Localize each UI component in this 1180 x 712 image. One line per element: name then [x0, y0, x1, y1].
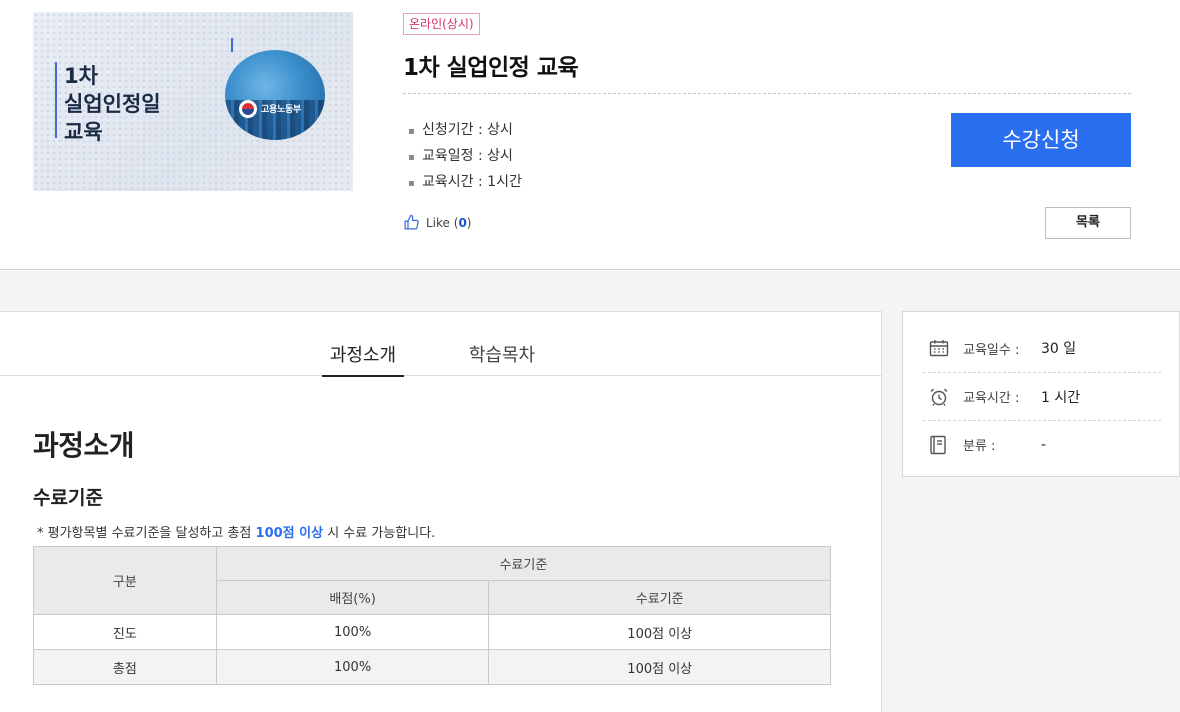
bullet-icon: ▪ [408, 152, 415, 163]
table-cell: 총점 [33, 649, 217, 685]
table-cell: 100% [215, 614, 490, 650]
summary-value: 30 일 [1041, 341, 1077, 357]
like-button[interactable]: Like (0) [403, 214, 471, 231]
table-header-score: 배점(%) [215, 580, 490, 615]
thumbnail-accent-bar [55, 62, 57, 138]
table-row: 진도 100% 100점 이상 [33, 614, 831, 650]
info-item: ▪ 신청기간 : 상시 [408, 118, 522, 144]
table-header-criterion: 수료기준 [488, 580, 831, 615]
course-summary-box: 교육일수 : 30 일 교육시간 : 1 시간 분류 : - [902, 311, 1180, 477]
tab-course-intro[interactable]: 과정소개 [322, 341, 404, 377]
summary-label: 교육일수 : [963, 342, 1020, 358]
completion-note: * 평가항목별 수료기준을 달성하고 총점 100점 이상 시 수료 가능합니다… [37, 526, 436, 541]
summary-row-days: 교육일수 : 30 일 [923, 324, 1161, 372]
course-type-badge: 온라인(상시) [403, 13, 480, 35]
table-cell: 100% [215, 649, 490, 685]
bullet-icon: ▪ [408, 126, 415, 137]
alarm-clock-icon [929, 387, 963, 407]
course-header: 1차 실업인정일 교육 고용노동부 온라인(상시) 1차 실업인정 교육 ▪ 신청… [0, 0, 1180, 270]
bullet-icon: ▪ [408, 178, 415, 189]
apply-button[interactable]: 수강신청 [951, 113, 1131, 167]
completion-criteria-title: 수료기준 [33, 487, 103, 509]
tab-bar: 과정소개 학습목차 [0, 312, 881, 377]
summary-value: - [1041, 436, 1047, 453]
summary-value: 1 시간 [1041, 389, 1081, 406]
table-header-category: 구분 [33, 546, 217, 615]
tab-curriculum[interactable]: 학습목차 [466, 341, 538, 375]
info-item: ▪ 교육시간 : 1시간 [408, 170, 522, 196]
ministry-logo-icon [239, 100, 257, 118]
divider [403, 93, 1131, 94]
summary-label: 교육시간 : [963, 391, 1020, 406]
list-button[interactable]: 목록 [1045, 207, 1131, 239]
thumbnail-globe-image: 고용노동부 [225, 50, 325, 140]
like-count: 0 [458, 215, 467, 230]
info-item: ▪ 교육일정 : 상시 [408, 144, 522, 170]
summary-label: 분류 : [963, 439, 996, 454]
section-title: 과정소개 [33, 429, 135, 462]
course-detail-panel: 과정소개 학습목차 과정소개 수료기준 * 평가항목별 수료기준을 달성하고 총… [0, 311, 882, 712]
thumbnail-title: 1차 실업인정일 교육 [64, 64, 161, 144]
table-row: 총점 100% 100점 이상 [33, 649, 831, 685]
thumbs-up-icon [404, 214, 419, 230]
table-cell: 진도 [33, 614, 217, 650]
course-info-list: ▪ 신청기간 : 상시 ▪ 교육일정 : 상시 ▪ 교육시간 : 1시간 [408, 118, 522, 196]
ministry-name: 고용노동부 [261, 105, 301, 115]
calendar-icon [929, 339, 963, 357]
course-thumbnail: 1차 실업인정일 교육 고용노동부 [33, 12, 353, 191]
course-title: 1차 실업인정 교육 [403, 55, 579, 81]
summary-row-category: 분류 : - [923, 420, 1161, 468]
book-icon [929, 435, 963, 455]
highlight-score: 100점 이상 [255, 526, 324, 541]
completion-criteria-table: 구분 수료기준 배점(%) 수료기준 진도 100% 100점 이상 총점 10… [33, 546, 832, 685]
table-cell: 100점 이상 [488, 649, 831, 685]
thumbnail-accent-bar [231, 38, 233, 52]
summary-row-hours: 교육시간 : 1 시간 [923, 372, 1161, 420]
table-cell: 100점 이상 [488, 614, 831, 650]
table-header-group: 수료기준 [215, 546, 832, 581]
